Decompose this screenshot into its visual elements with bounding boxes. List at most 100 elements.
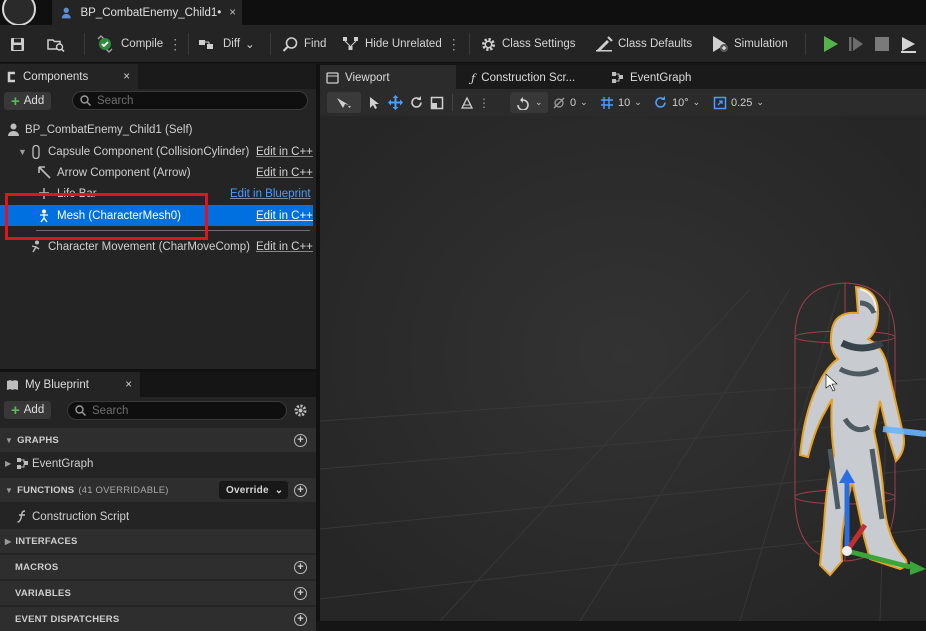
event-graph-item[interactable]: ▶ EventGraph [0, 453, 316, 474]
add-component-button[interactable]: + Add [4, 92, 52, 110]
stop-button[interactable] [875, 25, 889, 63]
tree-item-self[interactable]: BP_CombatEnemy_Child1 (Self) [0, 119, 316, 140]
eject-button[interactable] [899, 25, 917, 63]
my-blueprint-search-input[interactable]: Search [67, 401, 287, 420]
add-graph-icon[interactable]: + [294, 433, 307, 447]
angle-snap-toggle[interactable]: 10° ⌄ [653, 89, 700, 116]
functions-section-header[interactable]: ▼ FUNCTIONS (41 OVERRIDABLE) Override ⌄ … [0, 478, 316, 502]
step-button[interactable] [848, 25, 864, 63]
add-event-dispatcher-icon[interactable]: + [294, 612, 307, 626]
settings-gear-icon[interactable] [293, 403, 308, 418]
angle-snap-value: 10° [672, 96, 689, 109]
save-button[interactable] [10, 25, 25, 63]
event-graph-icon [612, 72, 623, 83]
scale-tool-button[interactable] [430, 89, 444, 116]
eject-icon [901, 37, 916, 53]
graphs-section-header[interactable]: ▼ GRAPHS + [0, 428, 316, 452]
tree-item-capsule[interactable]: ▼ Capsule Component (CollisionCylinder) … [0, 141, 316, 162]
add-variable-icon[interactable]: + [294, 586, 307, 600]
macros-section-header[interactable]: MACROS + [0, 555, 316, 579]
rotate-tool-button[interactable] [409, 89, 424, 116]
document-tab-bar: BP_CombatEnemy_Child1• × [0, 0, 926, 26]
play-button[interactable] [822, 25, 840, 63]
surface-snapping-button[interactable]: ⌄ [510, 92, 548, 113]
vertical-splitter[interactable] [316, 64, 320, 621]
expand-arrow-icon[interactable]: ▶ [5, 459, 11, 468]
viewport-options-button[interactable] [327, 92, 361, 113]
my-blueprint-tab-strip: My Blueprint × [0, 372, 316, 397]
actor-person-icon [8, 123, 19, 136]
blueprint-document-tab[interactable]: BP_CombatEnemy_Child1• × [52, 0, 242, 25]
expand-arrow-icon[interactable]: ▼ [18, 147, 27, 157]
compile-button[interactable]: Compile ⋮ [94, 25, 182, 63]
rotation-snap-value: 0 [570, 96, 577, 109]
close-my-blueprint-icon[interactable]: × [125, 379, 132, 391]
functions-label: FUNCTIONS [17, 484, 75, 496]
expand-arrow-icon: ▶ [5, 536, 12, 546]
unreal-logo-icon[interactable] [2, 0, 36, 26]
my-blueprint-tab[interactable]: My Blueprint × [0, 372, 140, 397]
edit-in-blueprint-link[interactable]: Edit in Blueprint [230, 188, 311, 200]
surface-snap-icon [517, 96, 529, 110]
function-icon: ƒ [471, 70, 476, 85]
event-dispatchers-section-header[interactable]: EVENT DISPATCHERS + [0, 607, 316, 631]
rotation-snap-toggle[interactable]: 0 ⌄ [552, 89, 588, 116]
viewport-icon [326, 71, 339, 84]
components-search-input[interactable]: Search [72, 91, 308, 110]
class-settings-button[interactable]: Class Settings [480, 25, 576, 63]
viewport-tab-label: Viewport [345, 71, 390, 84]
tree-item-arrow[interactable]: Arrow Component (Arrow) Edit in C++ [0, 162, 316, 183]
select-tool-button[interactable] [368, 89, 380, 116]
diff-icon [199, 39, 213, 49]
edit-in-cpp-link[interactable]: Edit in C++ [256, 167, 313, 179]
tree-item-label: BP_CombatEnemy_Child1 (Self) [25, 123, 193, 136]
add-label: Add [23, 404, 45, 416]
horizontal-splitter[interactable] [0, 369, 316, 372]
find-label: Find [304, 38, 327, 50]
hide-unrelated-options-icon[interactable]: ⋮ [447, 36, 461, 53]
my-blueprint-title: My Blueprint [25, 378, 89, 391]
add-function-icon[interactable]: + [294, 483, 307, 497]
viewport-scene[interactable] [320, 89, 926, 621]
simulation-label: Simulation [734, 38, 788, 50]
grid-snap-toggle[interactable]: 10 ⌄ [600, 89, 642, 116]
browse-button[interactable] [47, 25, 65, 63]
grid-snap-value: 10 [618, 96, 631, 109]
compile-options-icon[interactable]: ⋮ [168, 36, 182, 53]
construction-script-label: Construction Script [32, 510, 130, 523]
close-components-icon[interactable]: × [123, 71, 130, 83]
simulation-button[interactable]: Simulation [711, 25, 788, 63]
class-defaults-button[interactable]: Class Defaults [595, 25, 692, 63]
play-icon [824, 36, 838, 52]
step-icon [849, 37, 863, 51]
components-tab-strip: Components × [0, 64, 316, 89]
arrow-component-icon [38, 166, 51, 179]
find-button[interactable]: Find [282, 25, 326, 63]
add-macro-icon[interactable]: + [294, 560, 307, 574]
search-icon [75, 405, 86, 416]
scale-snap-toggle[interactable]: 0.25 ⌄ [713, 89, 764, 116]
translate-tool-button[interactable] [388, 89, 403, 116]
hide-unrelated-label: Hide Unrelated [365, 38, 442, 50]
coordinate-system-button[interactable]: ⋮ [460, 89, 490, 116]
interfaces-section-header[interactable]: ▶ INTERFACES [0, 529, 316, 553]
class-settings-label: Class Settings [502, 38, 576, 50]
variables-section-header[interactable]: VARIABLES + [0, 581, 316, 605]
close-tab-icon[interactable]: × [229, 7, 236, 19]
diff-button[interactable]: Diff ⌄ [198, 25, 255, 63]
components-tab[interactable]: Components × [0, 64, 138, 89]
override-dropdown[interactable]: Override ⌄ [219, 481, 288, 499]
viewport-tab[interactable]: Viewport [320, 65, 456, 90]
edit-in-cpp-link[interactable]: Edit in C++ [256, 210, 313, 222]
viewport-canvas[interactable] [320, 89, 926, 621]
edit-in-cpp-link[interactable]: Edit in C++ [256, 146, 313, 158]
construction-script-tab[interactable]: ƒ Construction Scr... [465, 65, 600, 90]
plus-icon: + [11, 401, 20, 419]
construction-script-item[interactable]: Construction Script [0, 506, 316, 527]
hide-unrelated-button[interactable]: Hide Unrelated ⋮ [342, 25, 461, 63]
edit-in-cpp-link[interactable]: Edit in C++ [256, 241, 313, 253]
capsule-icon [32, 145, 40, 159]
event-graph-tab[interactable]: EventGraph [605, 65, 725, 90]
add-member-button[interactable]: + Add [4, 401, 52, 419]
coordinate-options-icon[interactable]: ⋮ [478, 96, 490, 110]
